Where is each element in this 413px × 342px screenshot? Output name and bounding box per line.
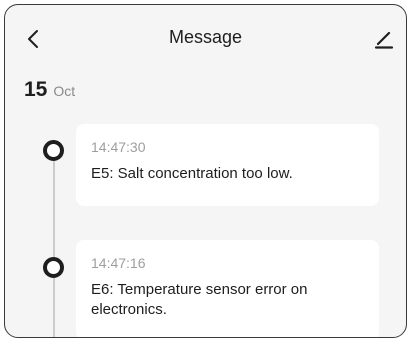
message-text: E5: Salt concentration too low. [91, 165, 293, 182]
timeline-dot [43, 140, 64, 161]
edit-button[interactable] [366, 21, 402, 57]
date-heading: 15 Oct [24, 78, 75, 102]
header: Message [5, 5, 406, 77]
date-day: 15 [24, 78, 48, 101]
message-time: 14:47:16 [91, 255, 146, 271]
phone-frame: Message 15 Oct 14:47:30 E5: Salt concent… [4, 4, 407, 338]
page-title: Message [168, 27, 243, 47]
message-text: E6: Temperature sensor error on electron… [91, 281, 308, 318]
timeline-dot [43, 257, 64, 278]
timeline-line [53, 145, 55, 337]
message-time: 14:47:30 [91, 139, 146, 155]
date-month: Oct [53, 83, 76, 99]
message-card[interactable]: 14:47:16 E6: Temperature sensor error on… [76, 240, 379, 337]
edit-pencil-icon [374, 31, 394, 49]
message-card[interactable]: 14:47:30 E5: Salt concentration too low. [76, 124, 379, 206]
